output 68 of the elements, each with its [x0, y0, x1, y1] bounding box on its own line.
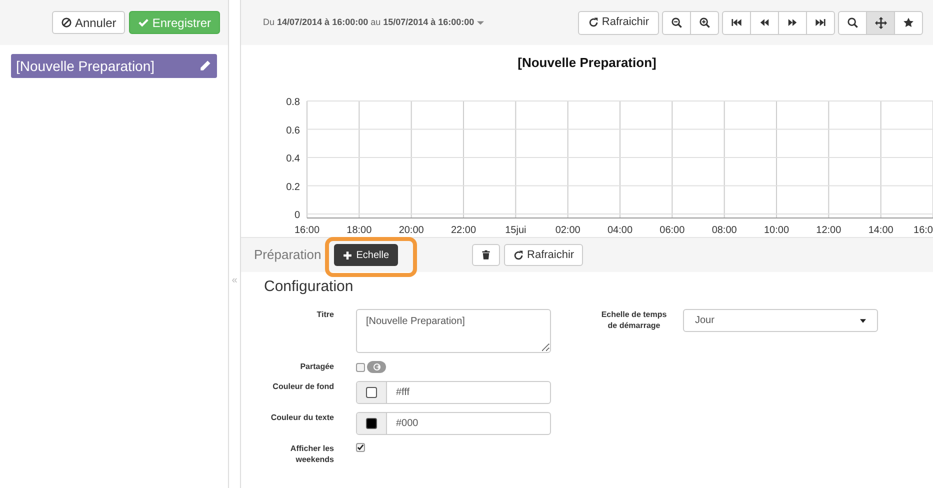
date-range-picker[interactable]: Du 14/07/2014 à 16:00:00 au 15/07/2014 à 16:00:00 [263, 16, 484, 30]
x-tick-label: 14:00 [868, 225, 894, 236]
field-label: Titre [316, 309, 334, 320]
refresh-icon [513, 250, 524, 260]
color-field[interactable]: #fff [356, 381, 551, 404]
section-label: Préparation [254, 246, 322, 264]
fast-forward-icon [787, 17, 798, 28]
delete-button[interactable] [472, 244, 500, 266]
plus-icon [343, 250, 352, 260]
share-icon [372, 363, 380, 371]
refresh-button[interactable]: Rafraichir [578, 10, 659, 34]
checkmark-icon [138, 17, 150, 28]
field-label: Afficher les weekends [289, 443, 334, 465]
zoom-in-button[interactable] [690, 10, 719, 34]
x-tick-label: 16:00 [294, 225, 320, 236]
scale-select[interactable]: Jour [683, 309, 878, 332]
y-tick-label: 0 [294, 210, 300, 221]
cancel-button[interactable]: Annuler [52, 11, 126, 34]
x-tick-label: 16:0 [914, 225, 933, 236]
move-button[interactable] [866, 10, 895, 34]
zoom-in-icon [699, 17, 710, 28]
chart-title: [Nouvelle Preparation] [518, 55, 656, 70]
field-label: Couleur de fond [272, 381, 334, 392]
x-tick-label: 04:00 [607, 225, 633, 236]
skip-back-icon [731, 17, 742, 28]
search-icon [847, 17, 858, 28]
color-field[interactable]: #000 [356, 412, 551, 435]
checkbox[interactable] [356, 362, 365, 372]
caret-down-icon [860, 318, 866, 322]
y-tick-label: 0.4 [286, 154, 300, 164]
x-tick-label: 12:00 [816, 225, 842, 236]
x-tick-label: 10:00 [764, 225, 790, 236]
trash-icon [481, 250, 492, 260]
sidebar-item[interactable]: [Nouvelle Preparation] [11, 54, 217, 78]
last-button[interactable] [806, 10, 835, 34]
x-tick-label: 20:00 [398, 225, 424, 236]
next-button[interactable] [778, 10, 807, 34]
field-label: Echelle de temps de démarrage [600, 309, 668, 331]
x-tick-label: 08:00 [712, 225, 737, 236]
move-arrows-icon [874, 16, 886, 28]
field-label: Couleur du texte [270, 412, 334, 423]
zoom-out-button[interactable] [662, 10, 691, 34]
section-heading: Configuration [264, 277, 354, 297]
star-button[interactable] [894, 10, 923, 34]
add-scale-button[interactable]: Echelle [334, 244, 398, 266]
zoom-out-icon [671, 17, 682, 28]
y-tick-label: 0.2 [286, 182, 300, 193]
x-tick-label: 02:00 [555, 225, 580, 236]
title-field[interactable]: [Nouvelle Preparation] [356, 309, 551, 353]
first-button[interactable] [722, 10, 751, 34]
previous-button[interactable] [750, 10, 779, 34]
x-tick-label: 15jui [505, 225, 526, 236]
x-tick-label: 22:00 [450, 225, 476, 236]
skip-forward-icon [815, 17, 826, 28]
y-tick-label: 0.6 [286, 125, 300, 136]
pencil-icon [198, 59, 212, 73]
x-tick-label: 18:00 [346, 225, 372, 236]
caret-down-icon [477, 20, 484, 24]
y-tick-label: 0.8 [286, 97, 300, 108]
refresh-icon [588, 17, 599, 28]
checkbox[interactable] [356, 443, 365, 452]
rewind-icon [759, 17, 770, 28]
refresh-button[interactable]: Rafraichir [504, 244, 584, 266]
prohibited-icon [60, 17, 72, 28]
search-button[interactable] [838, 10, 867, 34]
star-icon [903, 17, 914, 28]
x-tick-label: 06:00 [660, 225, 685, 236]
field-label: Partagée [299, 361, 334, 372]
